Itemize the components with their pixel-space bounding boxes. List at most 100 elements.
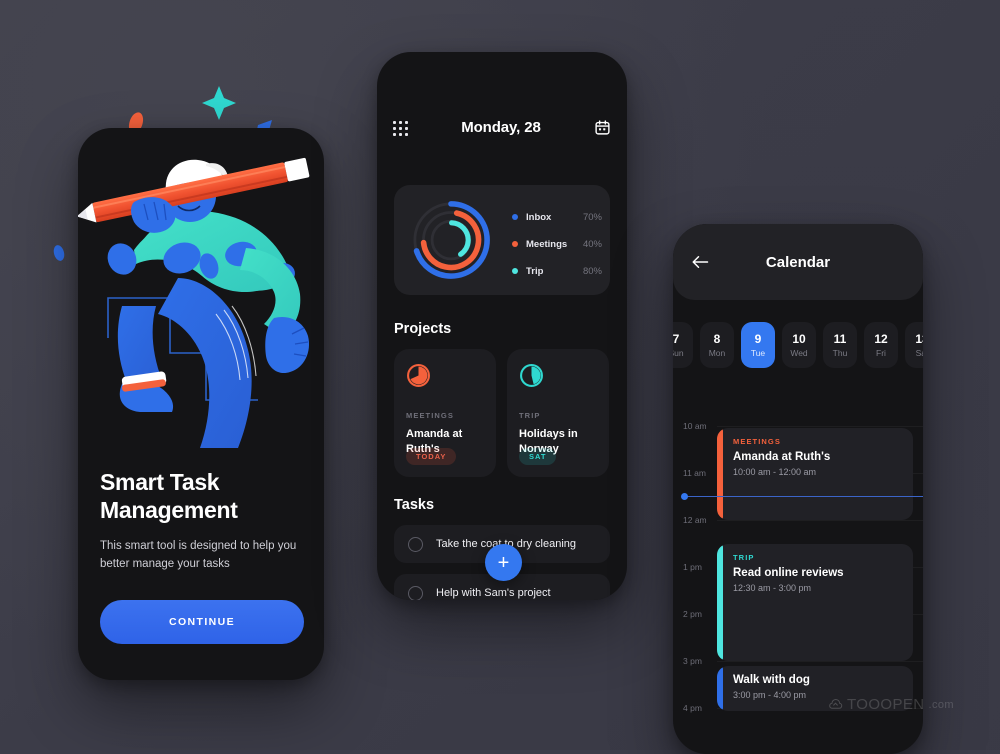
hour-row: 3 pm bbox=[673, 656, 923, 666]
projects-section-title: Projects bbox=[394, 321, 452, 337]
event-title: Walk with dog bbox=[733, 674, 810, 686]
hour-label: 4 pm bbox=[683, 703, 702, 713]
canvas-background: Smart Task Management This smart tool is… bbox=[0, 0, 1000, 754]
onboarding-copy: Smart Task Management This smart tool is… bbox=[100, 468, 304, 574]
continue-button[interactable]: CONTINUE bbox=[100, 600, 304, 644]
date-number: 10 bbox=[792, 332, 806, 346]
legend-value: 70% bbox=[582, 211, 602, 223]
date-day: Fri bbox=[876, 348, 886, 358]
date-cell[interactable]: 8 Mon bbox=[700, 322, 734, 368]
date-number: 8 bbox=[713, 332, 721, 346]
calendar-event[interactable]: Walk with dog 3:00 pm - 4:00 pm bbox=[717, 666, 913, 711]
event-kicker: TRIP bbox=[733, 553, 755, 562]
date-cell[interactable]: 10 Wed bbox=[782, 322, 816, 368]
date-day: Thu bbox=[832, 348, 848, 358]
hour-gridline bbox=[717, 426, 923, 427]
date-cell-selected[interactable]: 9 Tue bbox=[741, 322, 775, 368]
legend-label: Trip bbox=[526, 265, 544, 277]
calendar-event[interactable]: TRIP Read online reviews 12:30 am - 3:00… bbox=[717, 544, 913, 661]
date-day: Wed bbox=[790, 348, 808, 358]
event-color-bar bbox=[717, 428, 723, 520]
current-time-line bbox=[683, 496, 923, 497]
event-time: 10:00 am - 12:00 am bbox=[733, 467, 817, 477]
task-label: Help with Sam's project bbox=[436, 587, 551, 599]
hour-label: 2 pm bbox=[683, 609, 702, 619]
phone-home-screen: Monday, 28 Inbox 70% Meetings 40% Trip 8… bbox=[377, 52, 627, 600]
legend-label: Meetings bbox=[526, 238, 568, 250]
event-time: 3:00 pm - 4:00 pm bbox=[733, 690, 807, 700]
hour-label: 5 pm bbox=[683, 750, 702, 754]
current-time-dot-icon bbox=[681, 493, 688, 500]
onboarding-illustration bbox=[78, 128, 324, 458]
hour-label: 10 am bbox=[683, 421, 707, 431]
legend-item: Meetings 40% bbox=[512, 234, 602, 254]
hour-label: 11 am bbox=[683, 468, 706, 478]
legend-dot-icon bbox=[512, 241, 518, 247]
home-date-title: Monday, 28 bbox=[461, 119, 541, 136]
date-number: 9 bbox=[754, 332, 762, 346]
date-cell[interactable]: 13 Sat bbox=[905, 322, 923, 368]
watermark-domain: .com bbox=[928, 698, 954, 711]
stats-card: Inbox 70% Meetings 40% Trip 80% bbox=[394, 185, 610, 295]
date-day: Tue bbox=[750, 348, 766, 358]
progress-donut-chart bbox=[412, 201, 490, 279]
calendar-event[interactable]: MEETINGS Amanda at Ruth's 10:00 am - 12:… bbox=[717, 428, 913, 520]
event-color-bar bbox=[717, 666, 723, 711]
legend-value: 80% bbox=[582, 265, 602, 277]
project-chip: SAT bbox=[519, 448, 557, 465]
project-card-trip[interactable]: TRIP Holidays in Norway SAT bbox=[507, 349, 609, 477]
phone-onboarding-screen: Smart Task Management This smart tool is… bbox=[78, 128, 324, 680]
onboarding-subtitle: This smart tool is designed to help you … bbox=[100, 540, 297, 570]
stats-legend: Inbox 70% Meetings 40% Trip 80% bbox=[512, 207, 602, 288]
task-checkbox-icon[interactable] bbox=[408, 585, 423, 600]
date-day: Sun bbox=[673, 348, 684, 358]
onboarding-title: Smart Task Management bbox=[100, 469, 238, 524]
legend-value: 40% bbox=[582, 238, 602, 250]
date-day: Mon bbox=[708, 348, 726, 358]
hour-gridline bbox=[717, 661, 923, 662]
calendar-icon[interactable] bbox=[594, 119, 611, 136]
event-title: Amanda at Ruth's bbox=[733, 451, 831, 463]
legend-item: Trip 80% bbox=[512, 261, 602, 281]
hour-label: 12 am bbox=[683, 515, 707, 525]
arrow-left-icon[interactable] bbox=[691, 255, 709, 269]
date-number: 13 bbox=[915, 332, 923, 346]
project-kicker: MEETINGS bbox=[406, 411, 454, 420]
hour-row: 12 am bbox=[673, 515, 923, 525]
phone-calendar-screen: Calendar 7 Sun 8 Mon 9 Tue 10 Wed 11 Thu bbox=[673, 224, 923, 754]
date-day: Sat bbox=[915, 348, 923, 358]
event-time: 12:30 am - 3:00 pm bbox=[733, 583, 812, 593]
calendar-title: Calendar bbox=[765, 253, 831, 271]
projects-list: MEETINGS Amanda at Ruth's TODAY TRIP Hol… bbox=[394, 349, 610, 477]
date-cell[interactable]: 11 Thu bbox=[823, 322, 857, 368]
legend-dot-icon bbox=[512, 268, 518, 274]
tasks-section-title: Tasks bbox=[394, 497, 435, 513]
home-header: Monday, 28 bbox=[377, 52, 627, 150]
event-title: Read online reviews bbox=[733, 567, 844, 579]
legend-dot-icon bbox=[512, 214, 518, 220]
date-cell[interactable]: 7 Sun bbox=[673, 322, 693, 368]
hour-gridline bbox=[717, 520, 923, 521]
event-color-bar bbox=[717, 544, 723, 661]
hour-label: 3 pm bbox=[683, 656, 702, 666]
project-chip: TODAY bbox=[406, 448, 457, 465]
event-kicker: MEETINGS bbox=[733, 437, 781, 446]
date-number: 11 bbox=[833, 332, 847, 346]
date-number: 7 bbox=[673, 332, 680, 346]
legend-item: Inbox 70% bbox=[512, 207, 602, 227]
project-card-meetings[interactable]: MEETINGS Amanda at Ruth's TODAY bbox=[394, 349, 496, 477]
project-kicker: TRIP bbox=[519, 411, 541, 420]
legend-label: Inbox bbox=[526, 211, 552, 223]
hour-label: 1 pm bbox=[683, 562, 702, 572]
date-number: 12 bbox=[874, 332, 888, 346]
task-checkbox-icon[interactable] bbox=[408, 536, 423, 552]
hour-row: 10 am bbox=[673, 421, 923, 431]
calendar-header: Calendar bbox=[673, 224, 923, 300]
date-cell[interactable]: 12 Fri bbox=[864, 322, 898, 368]
pie-progress-icon bbox=[407, 364, 430, 387]
date-strip[interactable]: 7 Sun 8 Mon 9 Tue 10 Wed 11 Thu 12 Fri bbox=[673, 322, 923, 368]
add-task-fab[interactable]: + bbox=[485, 544, 522, 581]
calendar-timeline[interactable]: 10 am 11 am 12 am 1 pm 2 pm 3 pm 4 pm ME… bbox=[673, 378, 923, 754]
grid-menu-icon[interactable] bbox=[393, 121, 408, 136]
pie-progress-icon bbox=[520, 364, 543, 387]
